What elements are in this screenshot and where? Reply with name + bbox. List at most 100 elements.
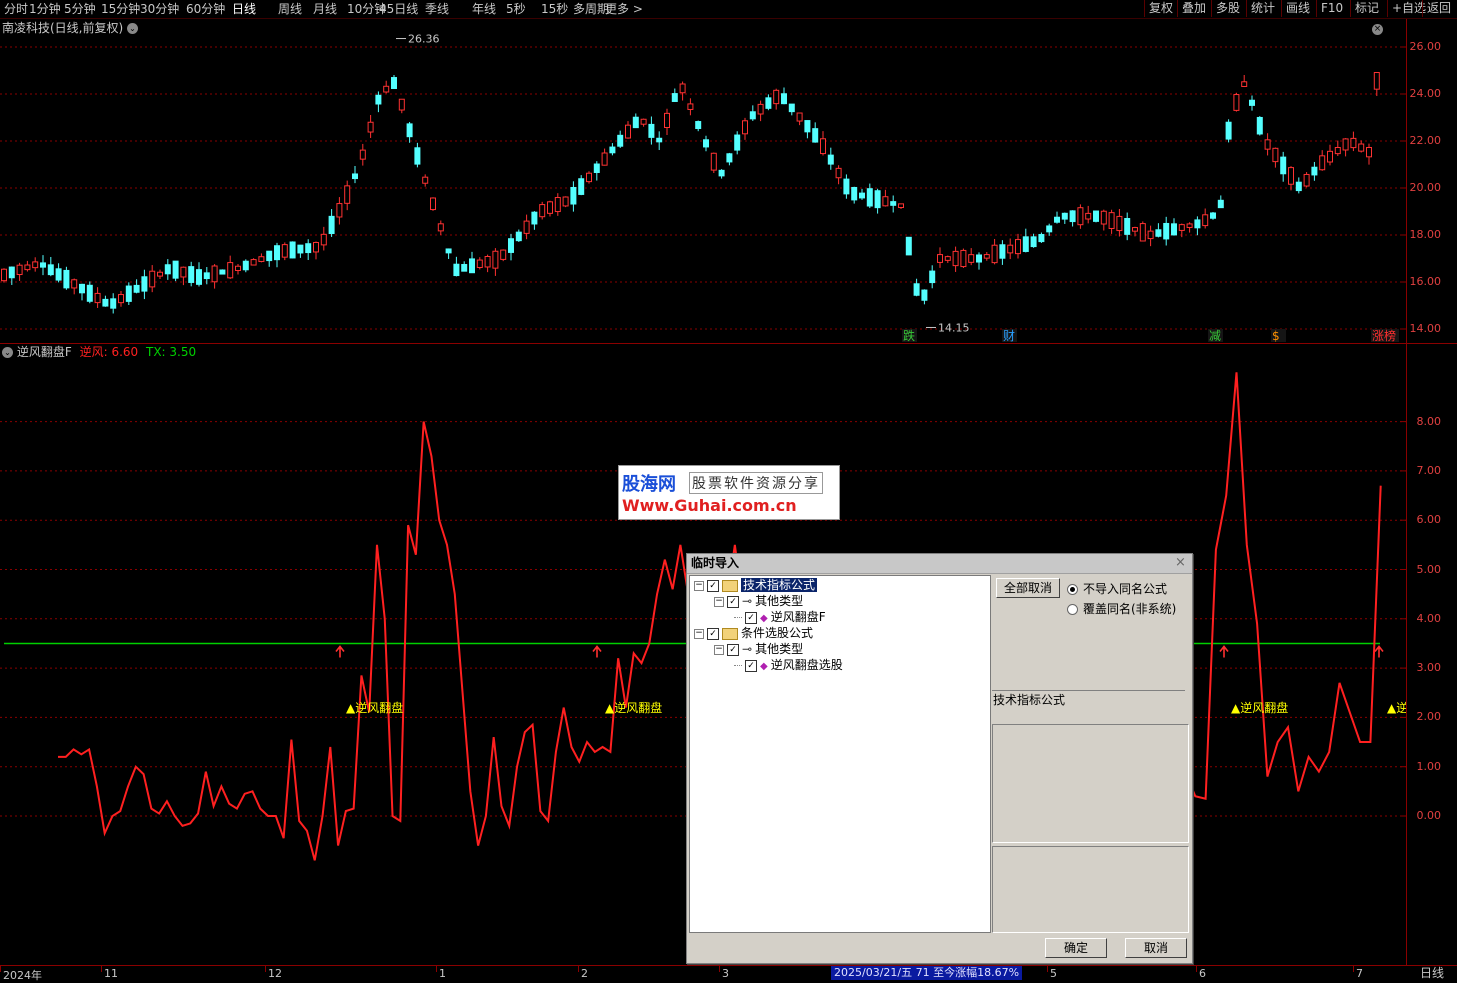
price-tick-label: 24.00 [1409,87,1442,100]
cancel-button[interactable]: 取消 [1125,938,1187,958]
key-icon: ⊸ [742,642,753,656]
toolbar-button[interactable]: F10 [1316,0,1347,17]
candlestick-chart[interactable]: 26.36 14.15 跌 财 减 $ 涨榜 [0,19,1406,343]
tree-node[interactable]: − ✓ ⊸ 其他类型 [714,593,803,609]
candle-body [266,250,273,262]
candle-body [375,94,382,105]
candle-body [406,123,413,138]
candle-body [640,118,647,125]
collapse-icon[interactable]: − [714,644,724,655]
formula-tree[interactable]: − ✓ 技术指标公式 − ✓ ⊸ 其他类型 ✓ ◆ 逆风翻盘F − ✓ 条件选股公式 − ✓ ⊸ 其他类型 ✓ ◆ 逆… [689,575,991,933]
candle-body [991,244,998,264]
candle-body [1054,216,1060,223]
candle-body [679,83,686,94]
indicator-series-line [1184,372,1382,801]
candle-body [1350,137,1357,149]
toolbar-right-buttons: 复权 叠加 多股 统计 画线 F10 标记 +自选 返回 [0,0,1457,18]
formula-icon: ◆ [760,661,768,672]
toolbar-button[interactable]: 复权 [1144,0,1177,17]
candle-body [1319,155,1326,171]
checkbox[interactable]: ✓ [707,627,719,640]
candle-body [71,279,78,289]
candle-body [32,261,39,269]
tree-node[interactable]: − ✓ 技术指标公式 [694,577,818,593]
candle-body [976,254,982,263]
candle-body [430,197,436,211]
candle-body [1241,81,1248,87]
checkbox[interactable]: ✓ [727,595,739,608]
signal-label: ▲逆风翻盘 [1231,700,1288,715]
deselect-all-button[interactable]: 全部取消 [996,578,1060,598]
ok-button[interactable]: 确定 [1045,938,1107,958]
price-axis: 26.00 24.00 22.00 20.00 18.00 16.00 14.00 [1406,19,1457,343]
candle-body [1264,139,1271,150]
tree-node[interactable]: − ✓ 条件选股公式 [694,625,813,641]
candle-body [625,124,631,139]
toolbar-button[interactable]: 统计 [1246,0,1279,17]
candle-body [352,173,358,180]
candle-body [1038,234,1045,243]
candle-body [258,256,265,262]
candle-body [133,284,140,293]
event-marker[interactable]: 减 [1208,329,1223,343]
candle-body [118,294,124,304]
toolbar-button[interactable]: 标记 [1350,0,1383,17]
date-label: 6 [1199,967,1206,980]
date-label: 5 [1050,967,1057,980]
formula-detail-box[interactable] [992,846,1189,933]
tree-node[interactable]: ✓ ◆ 逆风翻盘选股 [734,657,843,673]
radio-overwrite-same-name[interactable]: 覆盖同名(非系统) [1067,600,1176,617]
price-tick-label: 14.00 [1409,322,1442,335]
candle-body [336,203,343,218]
candle-body [1132,227,1138,232]
tree-node[interactable]: ✓ ◆ 逆风翻盘F [734,609,826,625]
collapse-icon[interactable]: − [694,628,704,639]
candle-body [492,250,499,269]
event-marker[interactable]: 财 [1002,329,1017,343]
key-icon: ⊸ [742,594,753,608]
toolbar-button[interactable]: 返回 [1422,0,1455,17]
candle-body [196,269,202,285]
candle-body [671,93,678,102]
dialog-titlebar[interactable]: 临时导入 [687,554,1192,574]
radio-skip-same-name[interactable]: 不导入同名公式 [1067,580,1167,597]
date-tick [719,966,720,972]
candle-body [609,146,616,154]
period-indicator[interactable]: 日线 [1407,966,1457,981]
collapse-icon[interactable]: − [694,580,704,591]
candle-body [710,152,717,171]
checkbox[interactable]: ✓ [745,659,757,672]
candle-body [1295,181,1302,192]
candle-body [1124,218,1131,235]
checkbox[interactable]: ✓ [707,579,719,592]
candle-body [445,248,452,254]
candle-body [765,97,772,109]
tree-node-label: 逆风翻盘选股 [770,658,843,672]
signal-label: ▲逆 [1387,700,1406,715]
event-marker-label: 财 [1003,329,1015,343]
formula-description-box[interactable] [992,724,1189,843]
candle-body [180,266,187,278]
tree-node-label: 其他类型 [755,594,804,608]
tree-node[interactable]: − ✓ ⊸ 其他类型 [714,641,803,657]
candle-body [157,271,163,277]
checkbox[interactable]: ✓ [727,643,739,656]
indicator-tick-label: 2.00 [1416,710,1442,724]
toolbar-button[interactable]: 画线 [1281,0,1314,17]
toolbar-button[interactable]: 叠加 [1177,0,1210,17]
candle-body [8,266,15,279]
event-marker[interactable]: 涨榜 [1371,328,1399,343]
candle-body [1373,72,1380,90]
candle-body [1311,166,1318,176]
candle-body [820,138,826,155]
event-marker[interactable]: 跌 [902,328,917,343]
candle-body [874,190,881,209]
candle-body [500,249,507,260]
candle-body [211,265,218,283]
toolbar-button[interactable]: 多股 [1211,0,1244,17]
candle-body [515,231,522,242]
close-icon[interactable]: × [1174,556,1187,570]
event-marker[interactable]: $ [1271,329,1286,343]
checkbox[interactable]: ✓ [745,611,757,624]
collapse-icon[interactable]: − [714,596,724,607]
